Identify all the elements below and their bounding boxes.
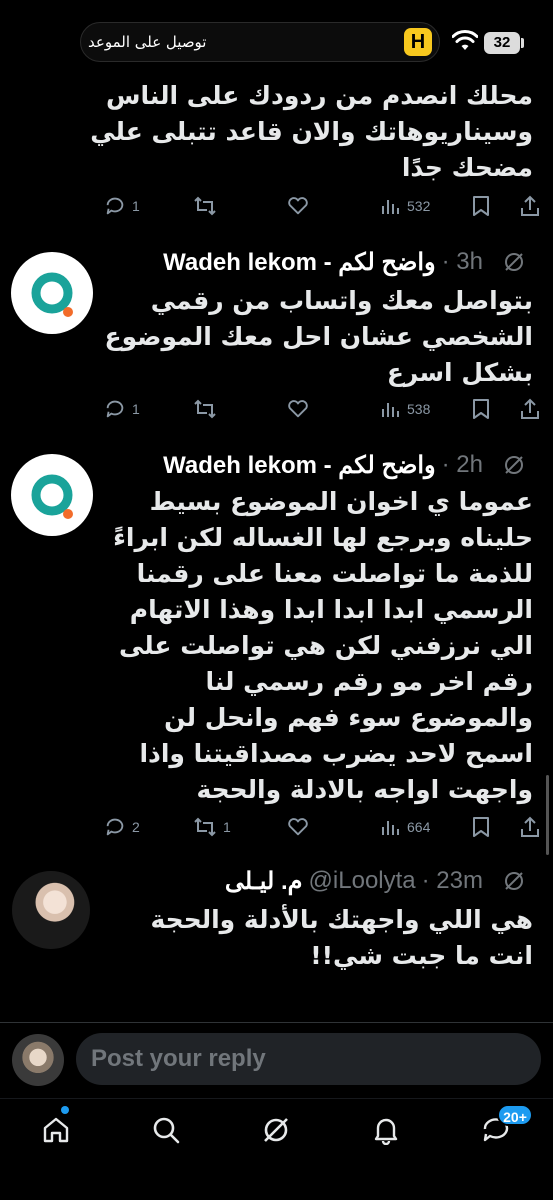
views-count: 532 <box>407 198 431 214</box>
timestamp[interactable]: · 3h <box>442 248 483 276</box>
notification-text: توصيل على الموعد <box>88 33 207 51</box>
nav-notifications[interactable] <box>366 1110 406 1150</box>
status-bar: توصيل على الموعد H 32 <box>0 0 553 70</box>
bookmark-button[interactable] <box>472 191 490 221</box>
views-button[interactable]: 532 <box>381 191 430 221</box>
tweet-text: بتواصل معك واتساب من رقمي الشخصي عشان اح… <box>104 286 533 387</box>
views-count: 538 <box>407 401 431 417</box>
reply-count: 1 <box>132 198 140 214</box>
display-name[interactable]: Wadeh lekom - واضح لكم <box>163 248 435 277</box>
views-button[interactable]: 664 <box>381 812 430 842</box>
repost-button[interactable] <box>193 394 223 424</box>
scroll-indicator[interactable] <box>546 775 549 855</box>
avatar[interactable] <box>11 252 93 334</box>
like-button[interactable] <box>287 394 309 424</box>
bookmark-icon <box>473 196 489 216</box>
wifi-icon <box>452 30 478 50</box>
timestamp[interactable]: · 2h <box>442 451 483 479</box>
heart-icon <box>288 400 308 418</box>
share-button[interactable] <box>520 191 540 221</box>
repost-count: 1 <box>223 819 231 835</box>
display-name[interactable]: Wadeh lekom - واضح لكم <box>163 451 435 480</box>
bookmark-icon <box>473 399 489 419</box>
repost-icon <box>194 817 216 837</box>
search-icon <box>153 1117 180 1144</box>
tweet-header: Wadeh lekom - واضح لكم · 2h <box>163 450 525 480</box>
avatar[interactable] <box>12 871 90 949</box>
reply-icon <box>106 197 124 215</box>
reply-icon <box>106 400 124 418</box>
nav-grok[interactable] <box>256 1110 296 1150</box>
user-avatar[interactable] <box>12 1034 64 1086</box>
repost-icon <box>194 196 216 216</box>
handle[interactable]: @iLoolyta <box>309 867 416 895</box>
bookmark-button[interactable] <box>472 812 490 842</box>
nav-home[interactable] <box>36 1110 76 1150</box>
bookmark-icon <box>473 817 489 837</box>
display-name[interactable]: م. ليـلى <box>225 867 303 896</box>
tweet-text: عموما ي اخوان الموضوع بسيط حليناه وبرجع … <box>113 487 533 804</box>
reply-button[interactable]: 2 <box>104 812 140 842</box>
grok-icon <box>264 1118 288 1142</box>
heart-icon <box>288 818 308 836</box>
share-button[interactable] <box>520 394 540 424</box>
battery-tip <box>521 38 524 48</box>
tweet-actions: 1 538 <box>0 394 553 424</box>
messages-badge: 20+ <box>497 1104 533 1126</box>
battery-indicator: 32 <box>484 32 520 54</box>
reply-count: 1 <box>132 401 140 417</box>
bookmark-button[interactable] <box>472 394 490 424</box>
views-count: 664 <box>407 819 431 835</box>
nav-search[interactable] <box>146 1110 186 1150</box>
share-button[interactable] <box>520 812 540 842</box>
repost-icon <box>194 399 216 419</box>
repost-button[interactable]: 1 <box>193 812 231 842</box>
repost-button[interactable] <box>193 191 223 221</box>
heart-icon <box>288 197 308 215</box>
home-icon <box>43 1117 69 1143</box>
reply-button[interactable]: 1 <box>104 394 140 424</box>
like-button[interactable] <box>287 812 309 842</box>
tweet-header: م. ليـلى @iLoolyta · 23m <box>225 866 525 896</box>
tweet-actions: 1 532 <box>0 191 553 221</box>
reply-count: 2 <box>132 819 140 835</box>
views-icon <box>382 200 399 214</box>
brand-logo-icon <box>31 272 73 317</box>
reply-icon <box>106 818 124 836</box>
share-icon <box>521 398 539 419</box>
tweet-header: Wadeh lekom - واضح لكم · 3h <box>163 247 525 277</box>
grok-icon[interactable] <box>503 870 525 892</box>
share-icon <box>521 816 539 837</box>
views-button[interactable]: 538 <box>381 394 430 424</box>
grok-icon[interactable] <box>503 454 525 476</box>
reply-input[interactable]: Post your reply <box>76 1033 541 1085</box>
avatar[interactable] <box>11 454 93 536</box>
like-button[interactable] <box>287 191 309 221</box>
views-icon <box>382 403 399 417</box>
grok-icon[interactable] <box>503 251 525 273</box>
tweet-text: محلك انصدم من ردودك على الناس وسيناريوها… <box>90 81 533 182</box>
brand-logo-icon <box>31 474 73 519</box>
share-icon <box>521 195 539 216</box>
notifications-icon <box>374 1118 398 1145</box>
tweet-text: هي اللي واجهتك بالأدلة والحجة انت ما جبت… <box>150 905 533 970</box>
notification-dot <box>61 1106 69 1114</box>
reply-button[interactable]: 1 <box>104 191 140 221</box>
app-badge-icon: H <box>404 28 432 56</box>
timestamp[interactable]: · 23m <box>422 867 483 895</box>
views-icon <box>382 821 399 835</box>
tweet-actions: 2 1 664 <box>0 812 553 842</box>
